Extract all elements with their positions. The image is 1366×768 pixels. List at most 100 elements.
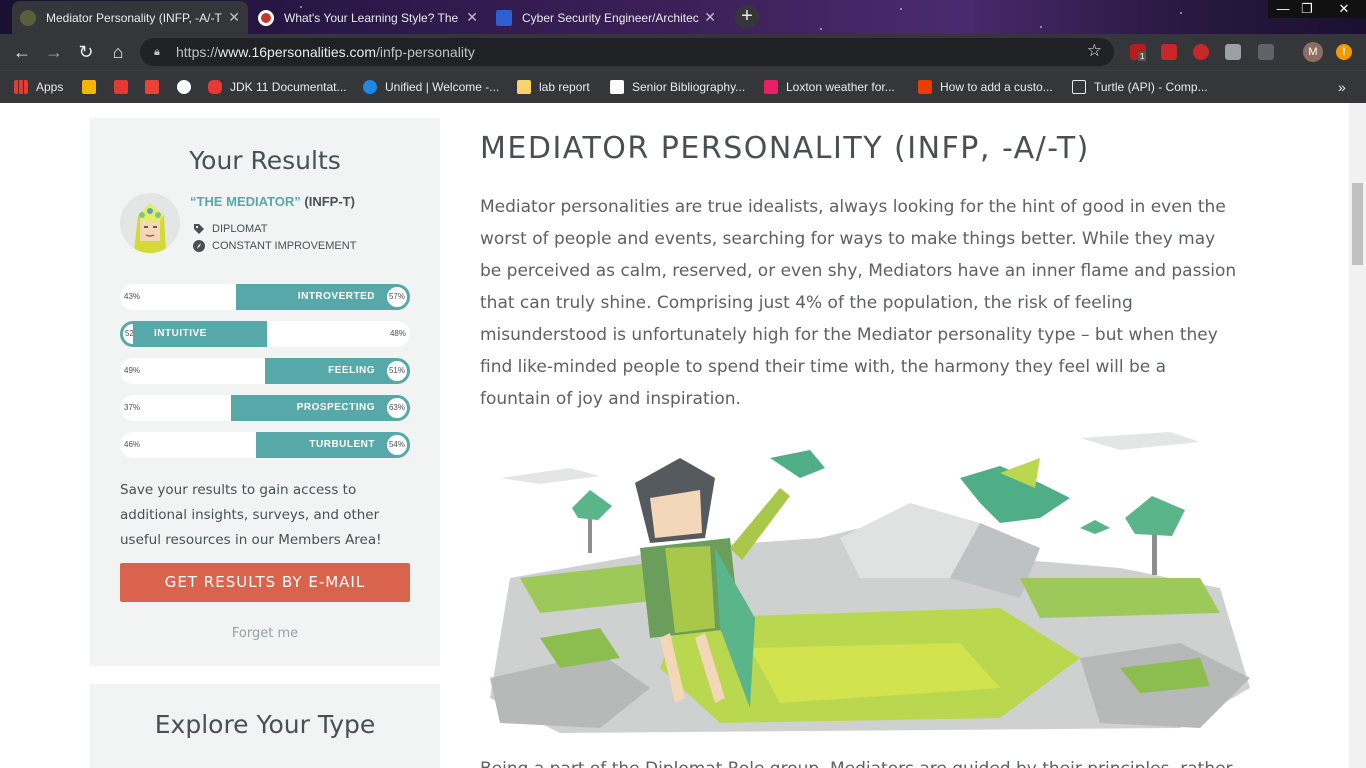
trait-label: PROSPECTING (296, 402, 375, 413)
scrollbar-thumb[interactable] (1352, 183, 1363, 265)
bookmark-unified[interactable]: Unified | Welcome -... (363, 78, 499, 96)
gmail-icon (145, 80, 159, 94)
trait-label: INTROVERTED (297, 291, 375, 302)
save-results-text: Save your results to gain access to addi… (120, 482, 382, 548)
extension-icon[interactable] (1193, 44, 1209, 60)
get-results-email-button[interactable]: GET RESULTS BY E-MAIL (120, 563, 410, 602)
trait-left-percent: 49% (124, 366, 141, 375)
trait-right-percent: 48% (389, 329, 406, 338)
office-icon (918, 80, 932, 94)
explore-title: Explore Your Type (154, 710, 376, 739)
oracle-icon (208, 80, 222, 94)
trait-bar-introverted[interactable]: 43% INTROVERTED 57% (120, 284, 410, 310)
apps-grid-icon (14, 80, 28, 94)
lunchbox-icon (82, 80, 96, 94)
results-card: Your Results “THE MEDIATOR” (INFP-T) DIP… (90, 118, 440, 666)
close-tab-icon[interactable]: ✕ (228, 9, 240, 25)
role-row: DIPLOMAT (193, 223, 267, 235)
forget-me-link[interactable]: Forget me (90, 626, 440, 641)
tab-cyber-security[interactable]: Cyber Security Engineer/Architec ✕ (488, 1, 724, 34)
results-title: Your Results (189, 146, 341, 175)
tab-strip: Mediator Personality (INFP, -A/-T ✕ What… (0, 0, 1366, 34)
trait-right-percent: 51% (384, 358, 410, 384)
type-nickname-link[interactable]: “THE MEDIATOR” (190, 194, 301, 209)
chat-extension-icon[interactable] (1225, 44, 1241, 60)
trait-right-percent: 57% (384, 284, 410, 310)
bookmark-weather[interactable]: Loxton weather for... (764, 78, 895, 96)
trait-left-percent: 37% (124, 403, 141, 412)
trait-bar-intuitive[interactable]: 52% INTUITIVE 48% (120, 321, 410, 347)
lastpass-extension-icon[interactable] (1161, 44, 1177, 60)
extension-icon[interactable] (1258, 44, 1274, 60)
url-host: www.16personalities.com (218, 44, 376, 60)
page-title: MEDIATOR PERSONALITY (INFP, -A/-T) (480, 131, 1090, 166)
address-bar[interactable]: 🔒︎ https://www.16personalities.com/infp-… (140, 38, 1114, 66)
url-scheme: https:// (176, 44, 219, 60)
reload-icon[interactable]: ↻ (74, 40, 98, 64)
bookmark-label: Loxton weather for... (786, 80, 895, 94)
folder-icon (517, 80, 531, 94)
google-icon (177, 80, 191, 94)
bookmark-label: Turtle (API) - Comp... (1094, 80, 1208, 94)
explore-card: Explore Your Type (90, 684, 440, 768)
bookmark-bibliography[interactable]: Senior Bibliography... (610, 78, 745, 96)
close-tab-icon[interactable]: ✕ (466, 9, 478, 25)
bookmark-youtube[interactable] (114, 78, 136, 96)
trait-bar-feeling[interactable]: 49% FEELING 51% (120, 358, 410, 384)
bibliography-icon (610, 80, 624, 94)
forward-arrow-icon[interactable]: → (42, 40, 66, 64)
bookmark-gmail[interactable] (145, 78, 167, 96)
tab-title: Cyber Security Engineer/Architec (522, 10, 699, 25)
trait-right-percent: 63% (384, 395, 410, 421)
trait-label: TURBULENT (309, 439, 375, 450)
weather-icon (764, 80, 778, 94)
bookmark-google[interactable] (177, 78, 199, 96)
role-label: DIPLOMAT (212, 223, 268, 235)
ublock-extension-icon[interactable]: 1 (1130, 44, 1147, 61)
back-arrow-icon[interactable]: ← (10, 40, 34, 64)
close-window-button[interactable]: ✕ (1322, 0, 1366, 18)
tab-title: What's Your Learning Style? The (284, 10, 459, 25)
bookmark-lab-report[interactable]: lab report (517, 78, 590, 96)
personality-type: “THE MEDIATOR” (INFP-T) (190, 194, 355, 209)
tab-mediator[interactable]: Mediator Personality (INFP, -A/-T ✕ (12, 1, 248, 34)
bookmark-label: JDK 11 Documentat... (230, 80, 347, 94)
bookmark-apps[interactable]: Apps (14, 78, 63, 96)
close-tab-icon[interactable]: ✕ (704, 9, 716, 25)
tab-learning-style[interactable]: What's Your Learning Style? The ✕ (250, 1, 486, 34)
browser-chrome: Mediator Personality (INFP, -A/-T ✕ What… (0, 0, 1366, 103)
more-bookmarks-icon[interactable]: » (1338, 78, 1346, 96)
bookmark-office[interactable]: How to add a custo... (918, 78, 1053, 96)
bookmark-label: How to add a custo... (940, 80, 1053, 94)
trait-bar-prospecting[interactable]: 37% PROSPECTING 63% (120, 395, 410, 421)
tab-title: Mediator Personality (INFP, -A/-T (46, 10, 222, 25)
youtube-icon (114, 80, 128, 94)
profile-avatar[interactable]: M (1303, 42, 1323, 62)
bookmark-turtle[interactable]: Turtle (API) - Comp... (1072, 78, 1208, 96)
toolbar: ← → ↻ ⌂ 🔒︎ https://www.16personalities.c… (0, 34, 1366, 70)
next-paragraph: Being a part of the Diplomat Role group,… (480, 753, 1240, 768)
bookmarks-bar: Apps JDK 11 Documentat... Unified | Welc… (0, 70, 1366, 103)
bookmark-label: Apps (36, 80, 64, 94)
bookmark-star-icon[interactable]: ☆ (1087, 41, 1102, 61)
url-path: /infp-personality (376, 44, 475, 60)
unified-icon (363, 80, 377, 94)
new-tab-button[interactable]: + (735, 5, 759, 29)
bookmark-jdk[interactable]: JDK 11 Documentat... (208, 78, 347, 96)
home-icon[interactable]: ⌂ (106, 40, 130, 64)
tag-icon (193, 223, 205, 235)
extension-badge: 1 (1138, 52, 1147, 61)
restore-button[interactable]: ❐ (1292, 0, 1322, 18)
bookmark-lunchbox[interactable] (82, 78, 104, 96)
bookmark-label: Senior Bibliography... (632, 80, 746, 94)
strategy-row: CONSTANT IMPROVEMENT (193, 240, 356, 252)
trait-right-percent: 54% (384, 432, 410, 458)
bookmark-label: lab report (539, 80, 590, 94)
page-content: Your Results “THE MEDIATOR” (INFP-T) DIP… (0, 103, 1349, 768)
page-scrollbar[interactable] (1349, 103, 1366, 768)
bookmark-label: Unified | Welcome -... (385, 80, 500, 94)
type-code: (INFP-T) (304, 194, 355, 209)
trait-label: INTUITIVE (154, 328, 207, 339)
update-icon[interactable]: ! (1336, 44, 1352, 60)
trait-bar-turbulent[interactable]: 46% TURBULENT 54% (120, 432, 410, 458)
